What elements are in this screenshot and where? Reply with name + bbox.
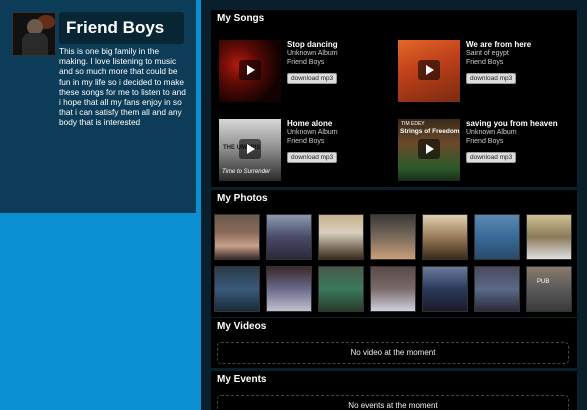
photo-thumbnail[interactable]	[370, 266, 416, 312]
song-album: Unknown Album	[287, 129, 338, 136]
song-artist: Friend Boys	[287, 137, 325, 145]
album-art-text: Strings of Freedom	[400, 128, 460, 135]
song-artist: Friend Boys	[287, 58, 325, 66]
song-item: We are from here Saint of egypt Friend B…	[398, 40, 568, 104]
photo-thumbnail[interactable]	[370, 214, 416, 260]
download-mp3-button[interactable]: download mp3	[287, 152, 338, 163]
photos-heading: My Photos	[217, 193, 268, 204]
song-thumbnail[interactable]	[398, 40, 460, 102]
song-album: Unknown Album	[466, 129, 517, 136]
videos-empty-message: No video at the moment	[217, 342, 569, 364]
sidebar-background	[0, 213, 196, 410]
profile-bio: This is one big family in the making. I …	[59, 46, 186, 128]
photo-thumbnail[interactable]	[474, 214, 520, 260]
photo-thumbnail[interactable]	[422, 266, 468, 312]
photo-thumbnail[interactable]	[318, 214, 364, 260]
videos-heading: My Videos	[217, 321, 267, 332]
profile-name: Friend Boys	[66, 18, 165, 37]
photo-thumbnail[interactable]	[318, 266, 364, 312]
events-panel: My Events No events at the moment	[211, 371, 577, 410]
photo-overlay-text: PUB	[537, 279, 550, 285]
profile-name-box: Friend Boys	[59, 12, 184, 44]
play-icon[interactable]	[239, 139, 261, 159]
photos-panel: My Photos PUB	[211, 190, 577, 317]
photo-thumbnail[interactable]	[214, 266, 260, 312]
song-title[interactable]: saving you from heaven	[466, 119, 576, 129]
songs-panel: My Songs Stop dancing Unknown Album Frie…	[211, 10, 577, 187]
song-thumbnail[interactable]: TIM EDEY Strings of Freedom	[398, 119, 460, 181]
song-thumbnail[interactable]: THE UMBRIS Time to Surrender	[219, 119, 281, 181]
song-title[interactable]: Stop dancing	[287, 40, 397, 50]
photo-thumbnail[interactable]: PUB	[526, 266, 572, 312]
album-art-text: TIM EDEY	[401, 121, 425, 127]
main-content: My Songs Stop dancing Unknown Album Frie…	[201, 0, 587, 410]
play-icon[interactable]	[418, 60, 440, 80]
song-item: THE UMBRIS Time to Surrender Home alone …	[219, 119, 389, 183]
profile-avatar[interactable]	[12, 12, 56, 56]
events-heading: My Events	[217, 374, 267, 385]
song-title[interactable]: We are from here	[466, 40, 576, 50]
play-icon[interactable]	[239, 60, 261, 80]
photo-thumbnail[interactable]	[266, 214, 312, 260]
download-mp3-button[interactable]: download mp3	[287, 73, 338, 84]
play-icon[interactable]	[418, 139, 440, 159]
song-artist: Friend Boys	[466, 137, 504, 145]
song-item: TIM EDEY Strings of Freedom saving you f…	[398, 119, 568, 183]
download-mp3-button[interactable]: download mp3	[466, 152, 517, 163]
photo-thumbnail[interactable]	[526, 214, 572, 260]
photo-thumbnail[interactable]	[474, 266, 520, 312]
song-thumbnail[interactable]	[219, 40, 281, 102]
album-art-text: Time to Surrender	[222, 169, 271, 175]
events-empty-message: No events at the moment	[217, 395, 569, 410]
photo-thumbnail[interactable]	[266, 266, 312, 312]
song-item: Stop dancing Unknown Album Friend Boys d…	[219, 40, 389, 104]
photo-thumbnail[interactable]	[422, 214, 468, 260]
song-album: Unknown Album	[287, 50, 338, 57]
photo-thumbnail[interactable]	[214, 214, 260, 260]
videos-panel: My Videos No video at the moment	[211, 318, 577, 368]
songs-heading: My Songs	[217, 13, 265, 24]
avatar-body	[22, 33, 48, 55]
song-artist: Friend Boys	[466, 58, 504, 66]
song-title[interactable]: Home alone	[287, 119, 397, 129]
song-album: Saint of egypt	[466, 50, 509, 57]
download-mp3-button[interactable]: download mp3	[466, 73, 517, 84]
